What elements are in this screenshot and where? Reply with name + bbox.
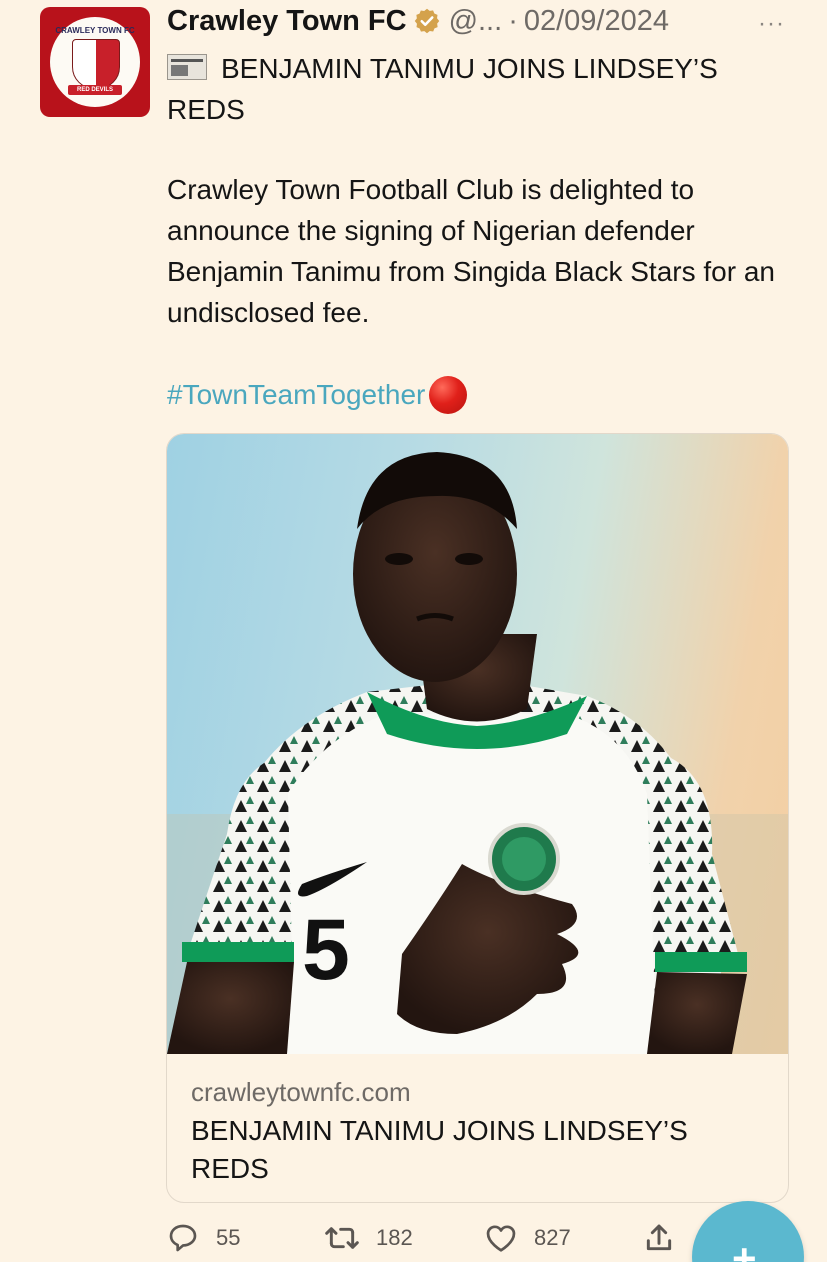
share-button[interactable]	[644, 1218, 690, 1258]
newspaper-icon	[167, 54, 207, 80]
hashtag-line: #TownTeamTogether	[167, 374, 468, 415]
card-domain[interactable]: crawleytownfc.com	[191, 1074, 771, 1110]
crest-shield	[72, 39, 120, 89]
repost-button[interactable]: 182	[324, 1218, 413, 1258]
action-bar: 55 182 827	[166, 1218, 686, 1258]
like-button[interactable]: 827	[484, 1218, 571, 1258]
tweet[interactable]: CRAWLEY TOWN FC RED DEVILS Crawley Town …	[0, 0, 827, 1262]
reply-button[interactable]: 55	[166, 1218, 240, 1258]
reply-count: 55	[216, 1225, 241, 1250]
author-name[interactable]: Crawley Town FC	[167, 5, 407, 38]
card-meta: crawleytownfc.com BENJAMIN TANIMU JOINS …	[191, 1074, 771, 1188]
verified-badge-icon[interactable]	[413, 7, 441, 35]
author-handle[interactable]: @...	[449, 5, 503, 38]
headline-text: BENJAMIN TANIMU JOINS LINDSEY’S REDS	[167, 53, 718, 125]
compose-button[interactable]: +	[692, 1201, 804, 1262]
player-photo: 5	[167, 434, 788, 1054]
tweet-header: Crawley Town FC @... · 02/09/2024	[167, 3, 669, 39]
club-crest-logo: CRAWLEY TOWN FC RED DEVILS	[50, 17, 140, 107]
hashtag-link[interactable]: #TownTeamTogether	[167, 374, 425, 415]
share-icon	[646, 1224, 672, 1251]
jersey-number: 5	[302, 902, 350, 998]
repost-count: 182	[376, 1225, 413, 1250]
red-circle-emoji-icon	[429, 375, 468, 414]
link-card[interactable]: 5 crawleytownfc.com BENJAMIN TANIMU JOIN…	[166, 433, 789, 1203]
crest-banner: RED DEVILS	[68, 85, 122, 95]
header-separator: ·	[508, 4, 518, 37]
repost-icon	[325, 1227, 359, 1249]
tweet-headline: BENJAMIN TANIMU JOINS LINDSEY’S REDS	[167, 48, 787, 130]
more-icon[interactable]: ···	[758, 10, 785, 38]
tweet-body: Crawley Town Football Club is delighted …	[167, 174, 775, 328]
like-count: 827	[534, 1225, 571, 1250]
crest-ring-text: CRAWLEY TOWN FC	[55, 26, 135, 35]
reply-icon	[169, 1224, 197, 1252]
plus-icon: +	[732, 1235, 757, 1262]
avatar[interactable]: CRAWLEY TOWN FC RED DEVILS	[40, 7, 150, 117]
card-title[interactable]: BENJAMIN TANIMU JOINS LINDSEY’S REDS	[191, 1112, 771, 1188]
heart-icon	[486, 1225, 516, 1252]
tweet-date[interactable]: 02/09/2024	[524, 5, 669, 38]
